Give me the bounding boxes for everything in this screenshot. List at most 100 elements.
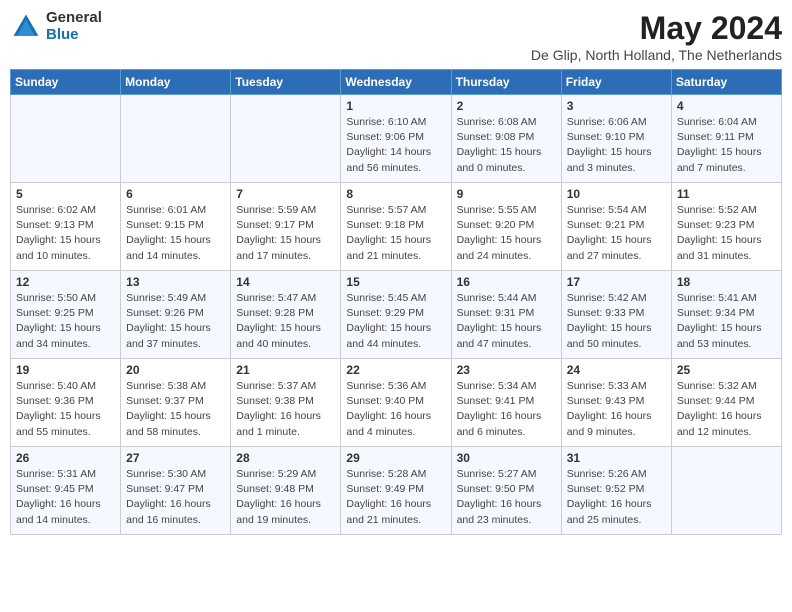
day-number: 18 (677, 275, 776, 289)
day-number: 24 (567, 363, 666, 377)
day-number: 4 (677, 99, 776, 113)
day-info: Sunrise: 5:59 AM Sunset: 9:17 PM Dayligh… (236, 203, 335, 264)
logo: General Blue (10, 10, 102, 43)
calendar-cell: 5Sunrise: 6:02 AM Sunset: 9:13 PM Daylig… (11, 183, 121, 271)
day-info: Sunrise: 6:08 AM Sunset: 9:08 PM Dayligh… (457, 115, 556, 176)
page-header: General Blue May 2024 De Glip, North Hol… (10, 10, 782, 63)
day-info: Sunrise: 5:40 AM Sunset: 9:36 PM Dayligh… (16, 379, 115, 440)
day-number: 11 (677, 187, 776, 201)
calendar-cell: 10 Sunrise: 5:54 AM Sunset: 9:21 PM Dayli… (561, 183, 671, 271)
calendar-cell: 26Sunrise: 5:31 AM Sunset: 9:45 PM Dayli… (11, 447, 121, 535)
day-number: 16 (457, 275, 556, 289)
logo-text: General Blue (46, 10, 102, 43)
day-info: Sunrise: 5:42 AM Sunset: 9:33 PM Dayligh… (567, 291, 666, 352)
day-info: Sunrise: 5:27 AM Sunset: 9:50 PM Dayligh… (457, 467, 556, 528)
day-info: Sunrise: 5:34 AM Sunset: 9:41 PM Dayligh… (457, 379, 556, 440)
day-number: 14 (236, 275, 335, 289)
calendar-week-row: 5Sunrise: 6:02 AM Sunset: 9:13 PM Daylig… (11, 183, 782, 271)
day-info: Sunrise: 5:52 AM Sunset: 9:23 PM Dayligh… (677, 203, 776, 264)
day-info: Sunrise: 6:10 AM Sunset: 9:06 PM Dayligh… (346, 115, 445, 176)
day-number: 17 (567, 275, 666, 289)
day-number: 20 (126, 363, 225, 377)
calendar-cell: 1 Sunrise: 6:10 AM Sunset: 9:06 PM Daylig… (341, 95, 451, 183)
day-info: Sunrise: 5:29 AM Sunset: 9:48 PM Dayligh… (236, 467, 335, 528)
calendar-cell: 31 Sunrise: 5:26 AM Sunset: 9:52 PM Dayli… (561, 447, 671, 535)
day-number: 19 (16, 363, 115, 377)
day-number: 23 (457, 363, 556, 377)
calendar-cell: 19 Sunrise: 5:40 AM Sunset: 9:36 PM Dayli… (11, 359, 121, 447)
day-of-week-header: Saturday (671, 70, 781, 95)
day-number: 26 (16, 451, 115, 465)
day-of-week-header: Wednesday (341, 70, 451, 95)
day-info: Sunrise: 5:47 AM Sunset: 9:28 PM Dayligh… (236, 291, 335, 352)
day-number: 31 (567, 451, 666, 465)
calendar-cell (121, 95, 231, 183)
calendar-cell: 16 Sunrise: 5:44 AM Sunset: 9:31 PM Dayli… (451, 271, 561, 359)
calendar-cell: 3Sunrise: 6:06 AM Sunset: 9:10 PM Daylig… (561, 95, 671, 183)
day-info: Sunrise: 5:26 AM Sunset: 9:52 PM Dayligh… (567, 467, 666, 528)
day-info: Sunrise: 5:37 AM Sunset: 9:38 PM Dayligh… (236, 379, 335, 440)
calendar-cell: 21 Sunrise: 5:37 AM Sunset: 9:38 PM Dayli… (231, 359, 341, 447)
day-number: 2 (457, 99, 556, 113)
day-info: Sunrise: 5:54 AM Sunset: 9:21 PM Dayligh… (567, 203, 666, 264)
calendar-cell: 22Sunrise: 5:36 AM Sunset: 9:40 PM Dayli… (341, 359, 451, 447)
calendar-cell: 9 Sunrise: 5:55 AM Sunset: 9:20 PM Daylig… (451, 183, 561, 271)
day-number: 6 (126, 187, 225, 201)
day-number: 27 (126, 451, 225, 465)
day-number: 5 (16, 187, 115, 201)
day-number: 15 (346, 275, 445, 289)
day-number: 29 (346, 451, 445, 465)
day-of-week-header: Tuesday (231, 70, 341, 95)
calendar-cell: 20 Sunrise: 5:38 AM Sunset: 9:37 PM Dayli… (121, 359, 231, 447)
day-info: Sunrise: 5:45 AM Sunset: 9:29 PM Dayligh… (346, 291, 445, 352)
logo-icon (10, 11, 42, 43)
day-info: Sunrise: 6:06 AM Sunset: 9:10 PM Dayligh… (567, 115, 666, 176)
day-number: 1 (346, 99, 445, 113)
header-row: SundayMondayTuesdayWednesdayThursdayFrid… (11, 70, 782, 95)
calendar-cell: 17 Sunrise: 5:42 AM Sunset: 9:33 PM Dayli… (561, 271, 671, 359)
day-of-week-header: Thursday (451, 70, 561, 95)
day-of-week-header: Sunday (11, 70, 121, 95)
calendar-cell: 11 Sunrise: 5:52 AM Sunset: 9:23 PM Dayli… (671, 183, 781, 271)
calendar-cell: 8Sunrise: 5:57 AM Sunset: 9:18 PM Daylig… (341, 183, 451, 271)
calendar-week-row: 26Sunrise: 5:31 AM Sunset: 9:45 PM Dayli… (11, 447, 782, 535)
day-info: Sunrise: 6:01 AM Sunset: 9:15 PM Dayligh… (126, 203, 225, 264)
day-info: Sunrise: 5:30 AM Sunset: 9:47 PM Dayligh… (126, 467, 225, 528)
day-of-week-header: Monday (121, 70, 231, 95)
calendar-cell (231, 95, 341, 183)
day-number: 25 (677, 363, 776, 377)
logo-blue-text: Blue (46, 27, 102, 44)
calendar-cell: 28 Sunrise: 5:29 AM Sunset: 9:48 PM Dayli… (231, 447, 341, 535)
calendar-cell: 18 Sunrise: 5:41 AM Sunset: 9:34 PM Dayli… (671, 271, 781, 359)
calendar-week-row: 19 Sunrise: 5:40 AM Sunset: 9:36 PM Dayli… (11, 359, 782, 447)
calendar-cell: 6 Sunrise: 6:01 AM Sunset: 9:15 PM Daylig… (121, 183, 231, 271)
calendar-header: SundayMondayTuesdayWednesdayThursdayFrid… (11, 70, 782, 95)
calendar-cell: 27 Sunrise: 5:30 AM Sunset: 9:47 PM Dayli… (121, 447, 231, 535)
month-year-title: May 2024 (531, 10, 782, 47)
day-info: Sunrise: 5:41 AM Sunset: 9:34 PM Dayligh… (677, 291, 776, 352)
day-number: 7 (236, 187, 335, 201)
title-area: May 2024 De Glip, North Holland, The Net… (531, 10, 782, 63)
day-info: Sunrise: 5:55 AM Sunset: 9:20 PM Dayligh… (457, 203, 556, 264)
calendar-cell: 13Sunrise: 5:49 AM Sunset: 9:26 PM Dayli… (121, 271, 231, 359)
day-number: 12 (16, 275, 115, 289)
calendar-cell (11, 95, 121, 183)
calendar-cell: 7 Sunrise: 5:59 AM Sunset: 9:17 PM Daylig… (231, 183, 341, 271)
day-info: Sunrise: 5:33 AM Sunset: 9:43 PM Dayligh… (567, 379, 666, 440)
day-number: 28 (236, 451, 335, 465)
day-number: 10 (567, 187, 666, 201)
calendar-cell: 15 Sunrise: 5:45 AM Sunset: 9:29 PM Dayli… (341, 271, 451, 359)
day-number: 9 (457, 187, 556, 201)
day-info: Sunrise: 5:38 AM Sunset: 9:37 PM Dayligh… (126, 379, 225, 440)
day-number: 21 (236, 363, 335, 377)
calendar-cell: 29 Sunrise: 5:28 AM Sunset: 9:49 PM Dayli… (341, 447, 451, 535)
day-info: Sunrise: 5:44 AM Sunset: 9:31 PM Dayligh… (457, 291, 556, 352)
calendar-cell (671, 447, 781, 535)
calendar-cell: 23 Sunrise: 5:34 AM Sunset: 9:41 PM Dayli… (451, 359, 561, 447)
day-number: 22 (346, 363, 445, 377)
day-info: Sunrise: 5:28 AM Sunset: 9:49 PM Dayligh… (346, 467, 445, 528)
calendar-cell: 2 Sunrise: 6:08 AM Sunset: 9:08 PM Daylig… (451, 95, 561, 183)
calendar-week-row: 1 Sunrise: 6:10 AM Sunset: 9:06 PM Daylig… (11, 95, 782, 183)
calendar-cell: 4Sunrise: 6:04 AM Sunset: 9:11 PM Daylig… (671, 95, 781, 183)
day-info: Sunrise: 5:49 AM Sunset: 9:26 PM Dayligh… (126, 291, 225, 352)
